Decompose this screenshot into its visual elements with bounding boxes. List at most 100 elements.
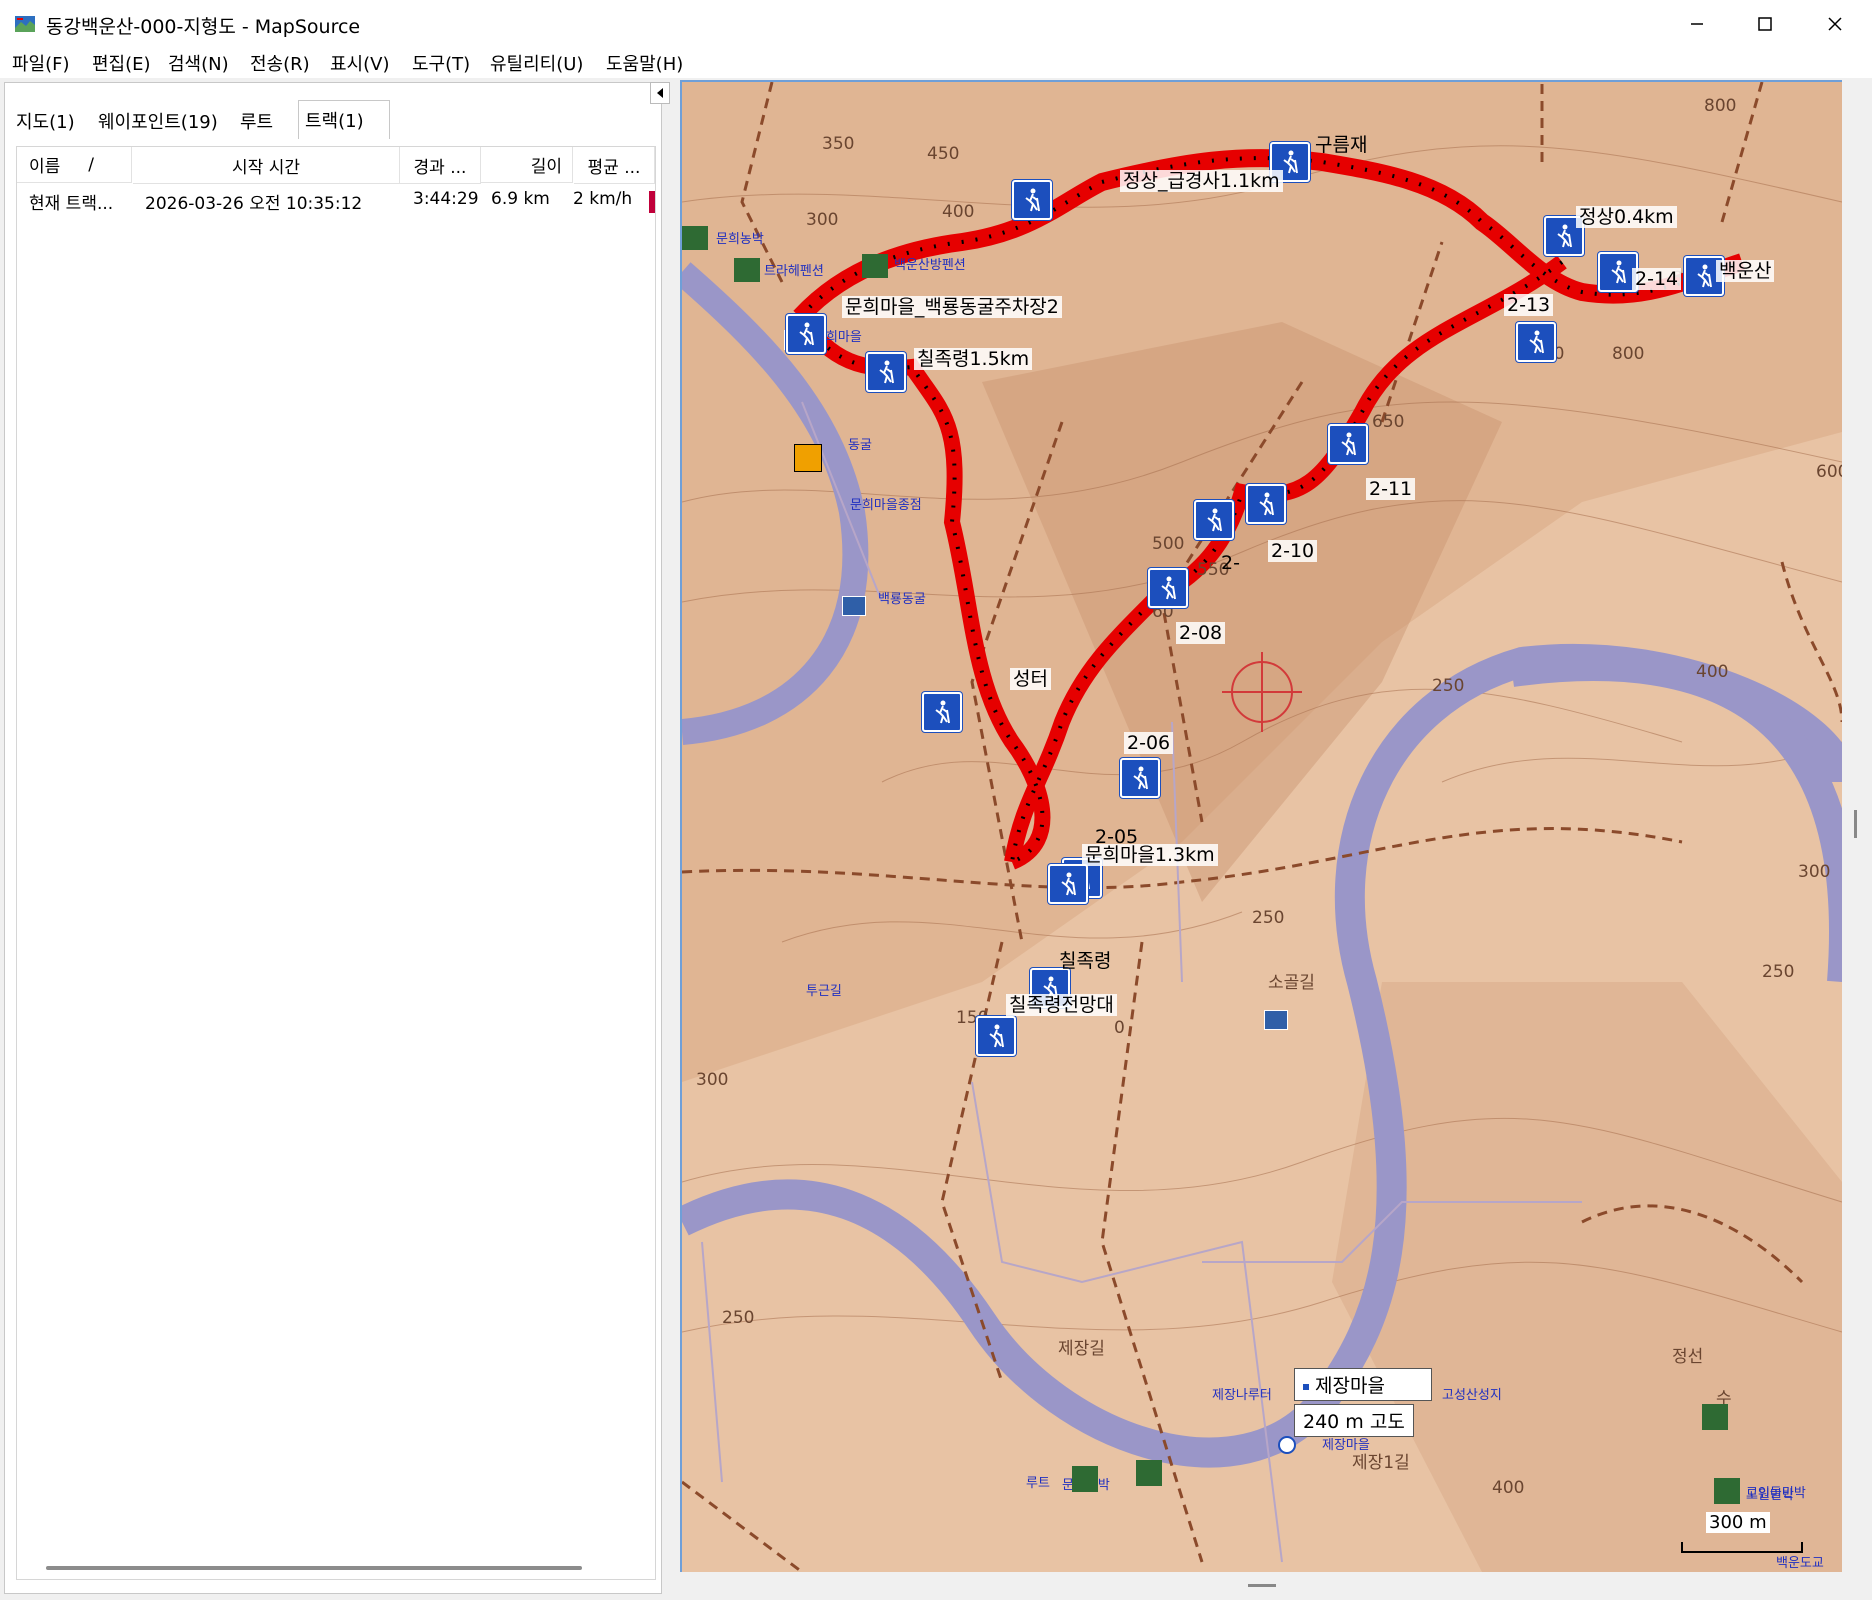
waypoint-hiker-icon[interactable] bbox=[786, 314, 826, 354]
waypoint-hiker-icon[interactable] bbox=[866, 352, 906, 392]
close-icon bbox=[1828, 17, 1842, 31]
tab-tracks[interactable]: 트랙(1) bbox=[298, 100, 390, 139]
panel-collapse-button[interactable] bbox=[650, 82, 670, 104]
camera-icon[interactable] bbox=[842, 596, 866, 616]
waypoint-label: 2- bbox=[1221, 552, 1240, 574]
menu-utility[interactable]: 유틸리티(U) bbox=[490, 50, 583, 76]
menu-search[interactable]: 검색(N) bbox=[168, 50, 229, 76]
col-header-name[interactable]: 이름 / bbox=[17, 147, 132, 183]
lodging-icon[interactable] bbox=[682, 226, 708, 250]
waypoint-hiker-icon[interactable] bbox=[1194, 500, 1234, 540]
waypoint-hiker-icon[interactable] bbox=[976, 1016, 1016, 1056]
waypoint-label: 2-08 bbox=[1176, 622, 1226, 644]
waypoint-label: 정상0.4km bbox=[1576, 206, 1677, 228]
lodging-icon[interactable] bbox=[734, 258, 760, 282]
col-header-elapsed[interactable]: 경과 ... bbox=[400, 147, 481, 184]
contour-label: 300 bbox=[696, 1070, 729, 1090]
waypoint-hiker-icon[interactable] bbox=[922, 692, 962, 732]
lodging-icon[interactable] bbox=[862, 254, 888, 278]
waypoint-hiker-icon[interactable] bbox=[1120, 758, 1160, 798]
waypoint-label: 2-13 bbox=[1504, 294, 1554, 316]
contour-label: 250 bbox=[722, 1308, 755, 1328]
waypoint-label: 칠족령1.5km bbox=[914, 348, 1033, 370]
contour-label: 800 bbox=[1704, 96, 1737, 116]
point-marker-icon bbox=[1303, 1383, 1309, 1390]
lodging-icon[interactable] bbox=[1136, 1460, 1162, 1486]
maximize-icon bbox=[1758, 17, 1772, 31]
selected-point-icon[interactable] bbox=[1278, 1436, 1296, 1454]
minimize-button[interactable] bbox=[1662, 0, 1732, 48]
poi-label[interactable]: 문희농박 bbox=[716, 228, 764, 247]
col-header-length[interactable]: 길이 bbox=[481, 147, 573, 183]
vertical-scroll-thumb[interactable] bbox=[1854, 810, 1857, 838]
table-row[interactable]: 현재 트랙... 2026-03-26 오전 10:35:12 3:44:29 … bbox=[17, 185, 655, 215]
contour-label: 400 bbox=[1696, 662, 1729, 682]
poi-label[interactable]: 고인돌민박 bbox=[1746, 1482, 1806, 1501]
poi-label[interactable]: 백룡동굴 bbox=[878, 588, 926, 607]
poi-label[interactable]: 트라헤펜션 bbox=[764, 260, 824, 279]
menu-transfer[interactable]: 전송(R) bbox=[250, 50, 310, 76]
poi-label[interactable]: 백운산방펜션 bbox=[894, 254, 966, 273]
road-label: 소골길 bbox=[1268, 973, 1315, 993]
contour-label: 300 bbox=[806, 210, 839, 230]
poi-label[interactable]: 제장나루터 bbox=[1212, 1384, 1272, 1403]
waypoint-hiker-icon[interactable] bbox=[1246, 484, 1286, 524]
col-header-name-label: 이름 bbox=[29, 157, 61, 177]
camera-icon[interactable] bbox=[1264, 1010, 1288, 1030]
contour-label: 450 bbox=[927, 144, 960, 164]
waypoint-label: 2-11 bbox=[1366, 478, 1416, 500]
track-start-time: 2026-03-26 오전 10:35:12 bbox=[145, 194, 363, 214]
waypoint-hiker-icon[interactable] bbox=[1048, 864, 1088, 904]
waypoint-hiker-icon[interactable] bbox=[1012, 180, 1052, 220]
waypoint-hiker-icon[interactable] bbox=[1516, 322, 1556, 362]
waypoint-label: 정상_급경사1.1km bbox=[1120, 170, 1283, 192]
track-list: 이름 / 시작 시간 경과 ... 길이 평균 ... 현재 트랙... 202… bbox=[16, 146, 656, 1580]
contour-label: 250 bbox=[1252, 908, 1285, 928]
col-header-start-time[interactable]: 시작 시간 bbox=[133, 147, 400, 184]
maximize-button[interactable] bbox=[1730, 0, 1800, 48]
poi-label[interactable]: 문희마을종점 bbox=[850, 494, 922, 513]
menu-bar: 파일(F) 편집(E) 검색(N) 전송(R) 표시(V) 도구(T) 유틸리티… bbox=[0, 48, 1872, 78]
menu-help[interactable]: 도움말(H) bbox=[606, 50, 683, 76]
road-label: 제장길 bbox=[1058, 1339, 1105, 1359]
menu-file[interactable]: 파일(F) bbox=[12, 50, 70, 76]
map-view[interactable]: 350 450 400 300 650 750 800 850 500 550 … bbox=[680, 80, 1844, 1574]
horizontal-scrollbar[interactable] bbox=[46, 1566, 582, 1570]
contour-label: 500 bbox=[1152, 534, 1185, 554]
lodging-icon[interactable] bbox=[1702, 1404, 1728, 1430]
poi-label[interactable]: 고성산성지 bbox=[1442, 1384, 1502, 1403]
waypoint-hiker-icon[interactable] bbox=[1328, 424, 1368, 464]
tab-routes[interactable]: 루트 bbox=[234, 106, 279, 136]
picnic-area-icon[interactable] bbox=[794, 444, 822, 472]
sort-indicator: / bbox=[88, 154, 95, 175]
waypoint-label: 2-10 bbox=[1268, 540, 1318, 562]
poi-label[interactable]: 루트 bbox=[1026, 1472, 1050, 1491]
tab-maps[interactable]: 지도(1) bbox=[10, 106, 81, 136]
close-button[interactable] bbox=[1800, 0, 1870, 48]
waypoint-hiker-icon[interactable] bbox=[1148, 568, 1188, 608]
contour-label: 600 bbox=[1816, 462, 1842, 482]
waypoint-label: 문희마을_백룡동굴주차장2 bbox=[842, 296, 1062, 318]
map-vertical-scroll bbox=[1842, 80, 1872, 1572]
contour-label: 0 bbox=[1114, 1018, 1125, 1038]
track-elapsed: 3:44:29 bbox=[413, 189, 479, 209]
menu-edit[interactable]: 편집(E) bbox=[92, 50, 151, 76]
title-bar: 동강백운산-000-지형도 - MapSource bbox=[0, 0, 1872, 49]
waypoint-label: 2-06 bbox=[1124, 732, 1174, 754]
contour-label: 400 bbox=[1492, 1478, 1525, 1498]
lodging-icon[interactable] bbox=[1714, 1478, 1740, 1504]
lodging-icon[interactable] bbox=[1072, 1466, 1098, 1492]
poi-label[interactable]: 투근길 bbox=[806, 980, 842, 999]
waypoint-label: 성터 bbox=[1010, 668, 1051, 690]
menu-tools[interactable]: 도구(T) bbox=[412, 50, 470, 76]
menu-view[interactable]: 표시(V) bbox=[330, 50, 389, 76]
poi-label[interactable]: 백운도교 bbox=[1776, 1552, 1824, 1571]
minimize-icon bbox=[1691, 23, 1703, 25]
poi-label[interactable]: 동굴 bbox=[848, 434, 872, 453]
col-header-avg-speed[interactable]: 평균 ... bbox=[574, 147, 655, 184]
track-color-swatch bbox=[649, 191, 655, 213]
horizontal-scroll-thumb[interactable] bbox=[1248, 1584, 1276, 1587]
tab-waypoints[interactable]: 웨이포인트(19) bbox=[92, 106, 224, 136]
contour-label: 400 bbox=[942, 202, 975, 222]
mapsource-app-icon bbox=[15, 16, 35, 32]
